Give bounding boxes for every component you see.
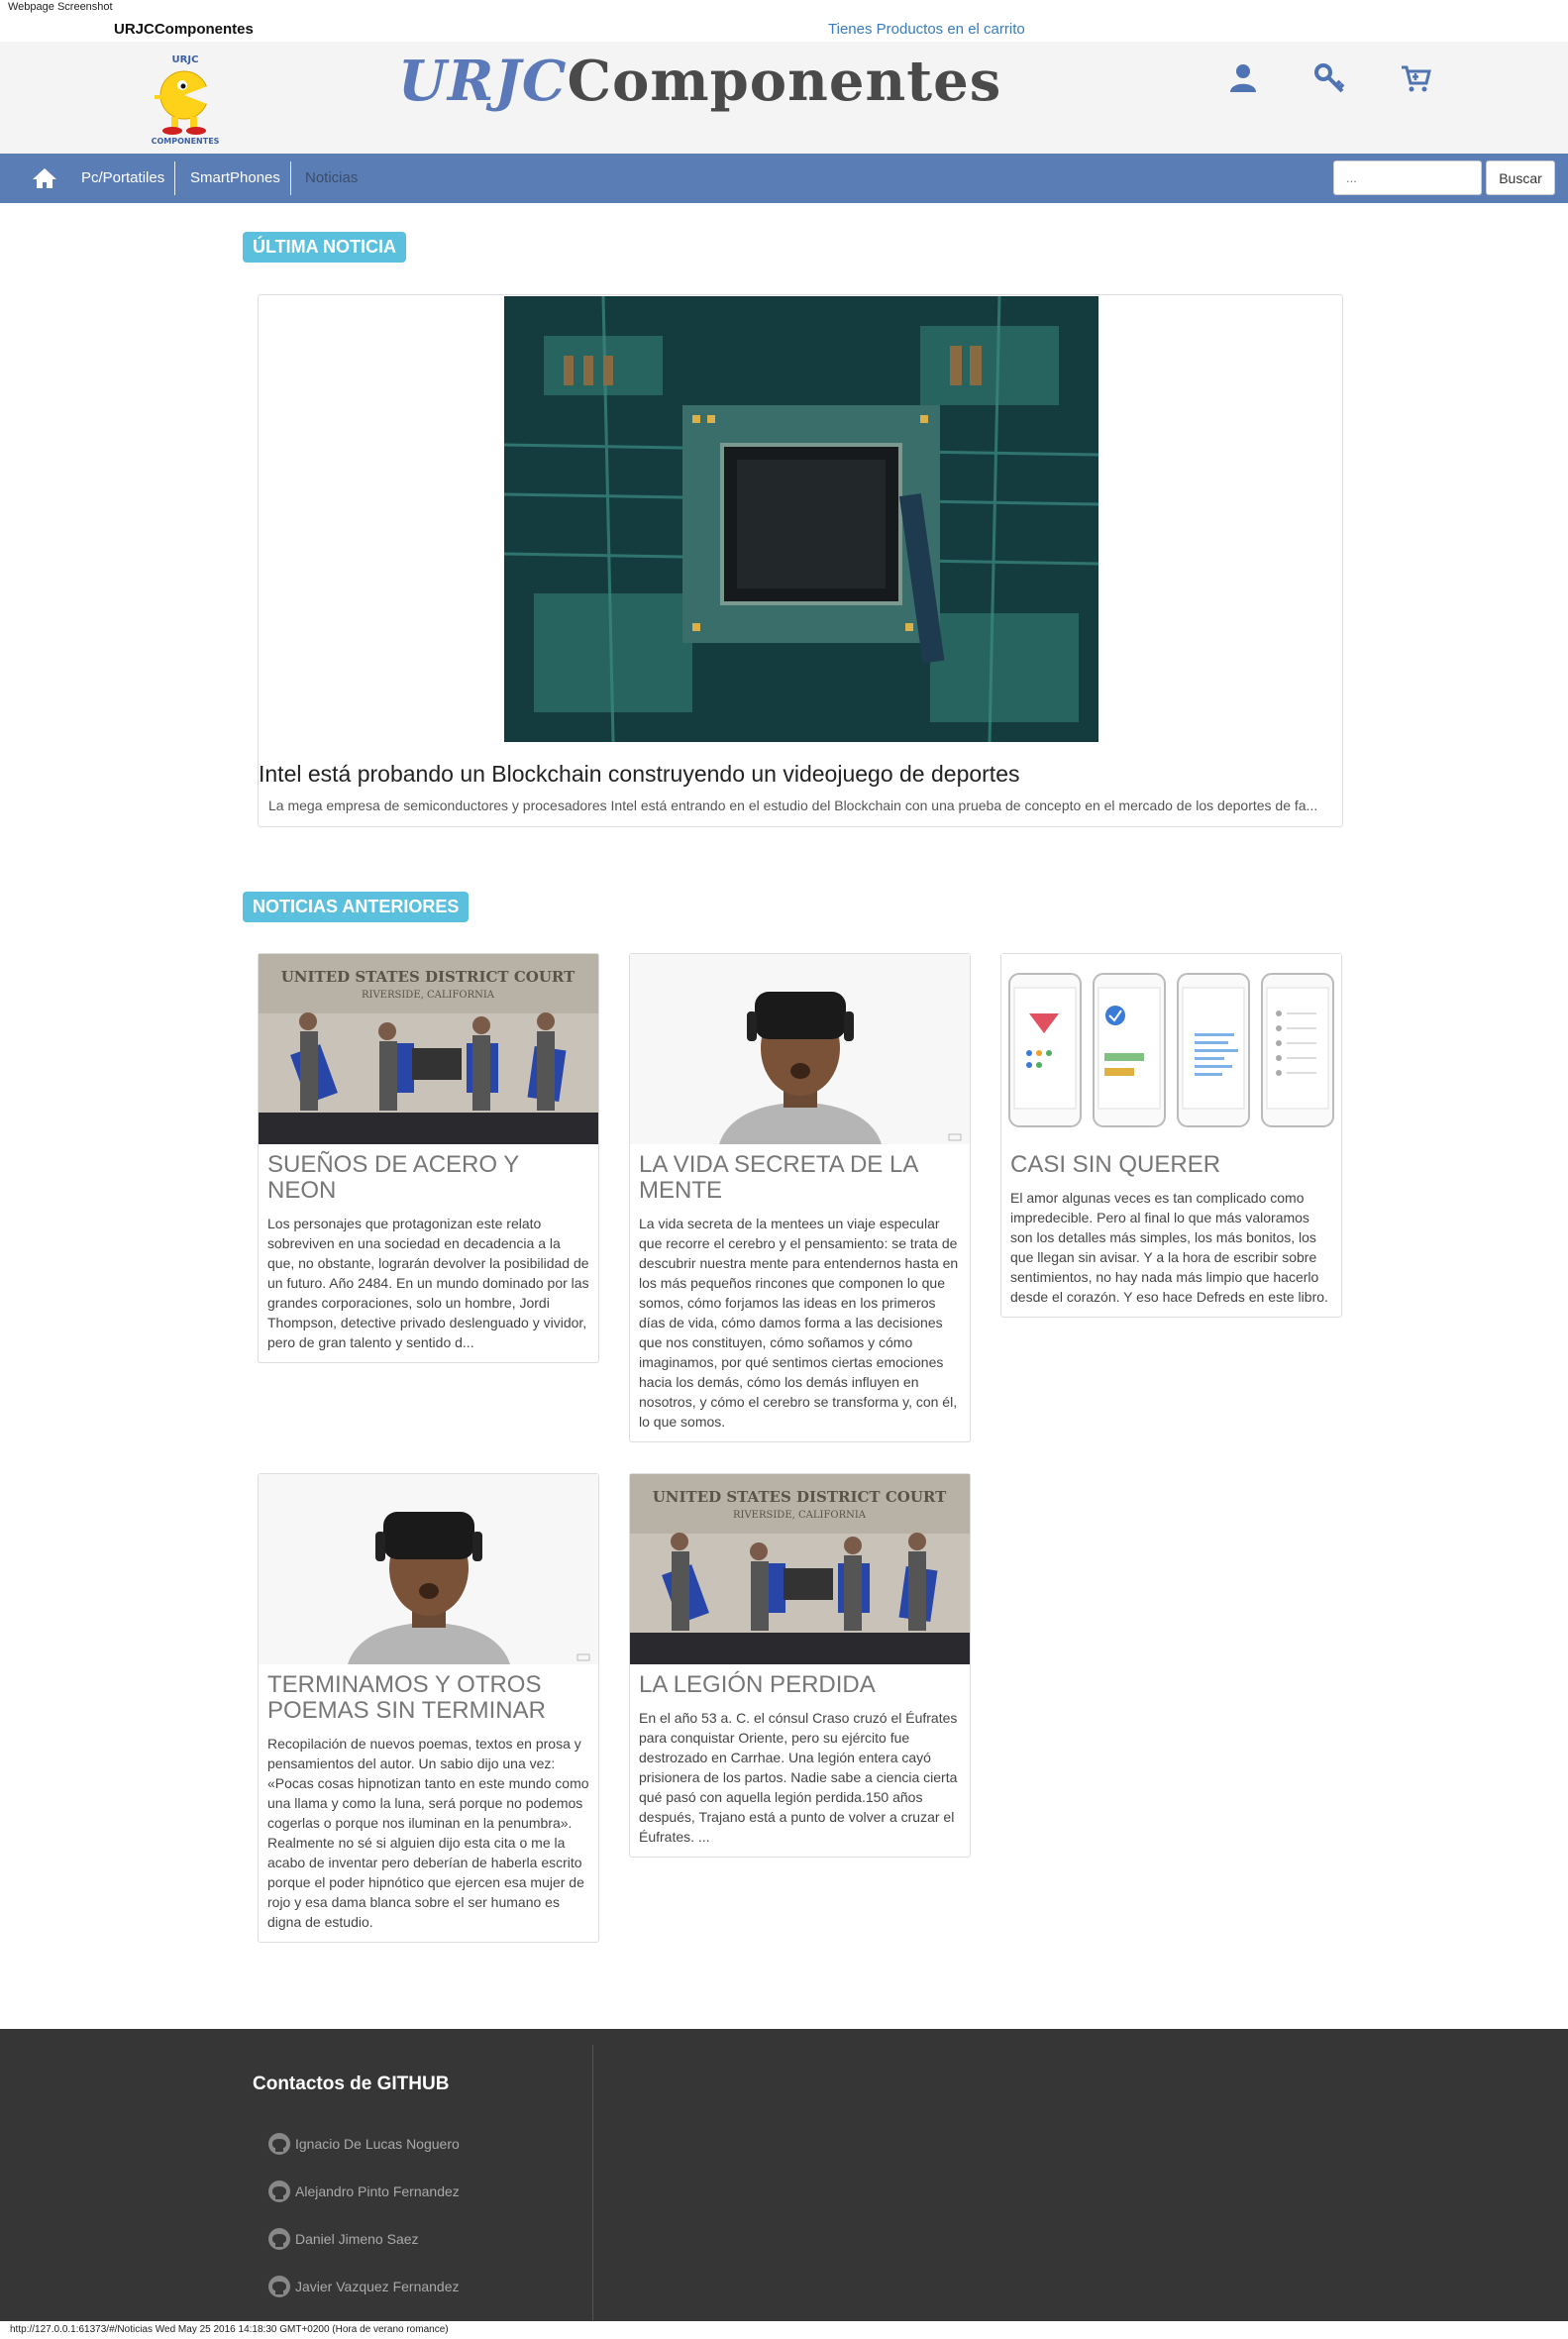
github-icon [268, 2228, 290, 2250]
github-icon [268, 2133, 290, 2155]
latest-news-card[interactable]: Intel está probando un Blockchain constr… [258, 294, 1343, 827]
news-card-title[interactable]: LA LEGIÓN PERDIDA [639, 1672, 961, 1698]
news-card-description: En el año 53 a. C. el cónsul Craso cruzó… [639, 1710, 958, 1845]
news-card-title[interactable]: SUEÑOS DE ACERO Y NEON [267, 1152, 589, 1204]
search-button[interactable]: Buscar [1486, 160, 1555, 195]
news-card[interactable]: CASI SIN QUERER El amor algunas veces es… [1000, 953, 1342, 1318]
brand-name[interactable]: URJCComponentes [114, 21, 254, 38]
nav-pc-portatiles[interactable]: Pc/Portatiles [67, 154, 178, 203]
github-link-label: Alejandro Pinto Fernandez [295, 2183, 460, 2199]
pacman-logo[interactable]: URJC COMPONENTES [139, 52, 232, 147]
footer-title: Contactos de GITHUB [253, 2073, 450, 2094]
github-link-label: Daniel Jimeno Saez [295, 2231, 419, 2247]
github-link-label: Ignacio De Lucas Noguero [295, 2136, 460, 2152]
protest-image[interactable]: UNITED STATES DISTRICT COURT RIVERSIDE, … [630, 1474, 970, 1664]
news-card-description: El amor algunas veces es tan complicado … [1010, 1190, 1328, 1305]
news-card-title[interactable]: CASI SIN QUERER [1010, 1152, 1332, 1178]
github-icon [268, 2276, 290, 2297]
news-card[interactable]: UNITED STATES DISTRICT COURT RIVERSIDE, … [629, 1473, 971, 1858]
site-title-part1: URJC [398, 49, 568, 114]
github-link[interactable]: Daniel Jimeno Saez [267, 2227, 419, 2251]
news-card-description: La vida secreta de la mentees un viaje e… [639, 1216, 959, 1430]
site-footer: Contactos de GITHUB Ignacio De Lucas Nog… [0, 2029, 1568, 2321]
status-bar: http://127.0.0.1:61373/#/Noticias Wed Ma… [0, 2321, 1568, 2339]
github-link[interactable]: Alejandro Pinto Fernandez [267, 2180, 460, 2203]
court-sign-text: UNITED STATES DISTRICT COURT [653, 1488, 947, 1506]
news-card[interactable]: TERMINAMOS Y OTROS POEMAS SIN TERMINAR R… [258, 1473, 599, 1943]
court-sign-text: UNITED STATES DISTRICT COURT [281, 968, 575, 986]
vr-headset-image[interactable] [259, 1474, 598, 1664]
github-icon [268, 2180, 290, 2202]
logo-text-bottom: COMPONENTES [152, 137, 220, 146]
logo-text-top: URJC [172, 54, 199, 65]
news-card-title[interactable]: TERMINAMOS Y OTROS POEMAS SIN TERMINAR [267, 1672, 589, 1724]
cart-icon[interactable] [1399, 61, 1432, 95]
github-link[interactable]: Ignacio De Lucas Noguero [267, 2132, 460, 2156]
latest-news-title[interactable]: Intel está probando un Blockchain constr… [259, 761, 1020, 788]
user-icon[interactable] [1226, 61, 1260, 95]
github-link[interactable]: Javier Vazquez Fernandez [267, 2275, 460, 2298]
screenshot-caption: Webpage Screenshot [8, 1, 113, 13]
news-card[interactable]: LA VIDA SECRETA DE LA MENTE La vida secr… [629, 953, 971, 1442]
footer-divider [592, 2045, 593, 2321]
latest-news-label: ÚLTIMA NOTICIA [243, 232, 406, 263]
court-sign-subtext: RIVERSIDE, CALIFORNIA [733, 1510, 867, 1521]
nav-smartphones[interactable]: SmartPhones [176, 154, 294, 203]
search-input[interactable] [1333, 160, 1482, 195]
news-card-description: Recopilación de nuevos poemas, textos en… [267, 1736, 589, 1930]
circuit-board-image[interactable] [504, 296, 1098, 742]
court-sign-subtext: RIVERSIDE, CALIFORNIA [362, 990, 495, 1001]
news-card-description: Los personajes que protagonizan este rel… [267, 1216, 589, 1350]
nav-divider [174, 161, 175, 195]
previous-news-label: NOTICIAS ANTERIORES [243, 892, 470, 922]
vr-headset-image[interactable] [630, 954, 970, 1144]
nav-noticias[interactable]: Noticias [291, 154, 371, 203]
github-link-label: Javier Vazquez Fernandez [295, 2279, 460, 2294]
cart-message[interactable]: Tienes Productos en el carrito [828, 21, 1025, 38]
phones-app-image[interactable] [1001, 954, 1341, 1144]
news-card-title[interactable]: LA VIDA SECRETA DE LA MENTE [639, 1152, 961, 1204]
home-icon[interactable] [28, 166, 61, 190]
protest-image[interactable]: UNITED STATES DISTRICT COURT RIVERSIDE, … [259, 954, 598, 1144]
site-title[interactable]: URJCComponentes [398, 50, 1001, 113]
news-card[interactable]: UNITED STATES DISTRICT COURT RIVERSIDE, … [258, 953, 599, 1363]
key-icon[interactable] [1312, 61, 1346, 95]
site-title-part2: Componentes [567, 49, 1002, 114]
latest-news-description: La mega empresa de semiconductores y pro… [268, 797, 1318, 813]
